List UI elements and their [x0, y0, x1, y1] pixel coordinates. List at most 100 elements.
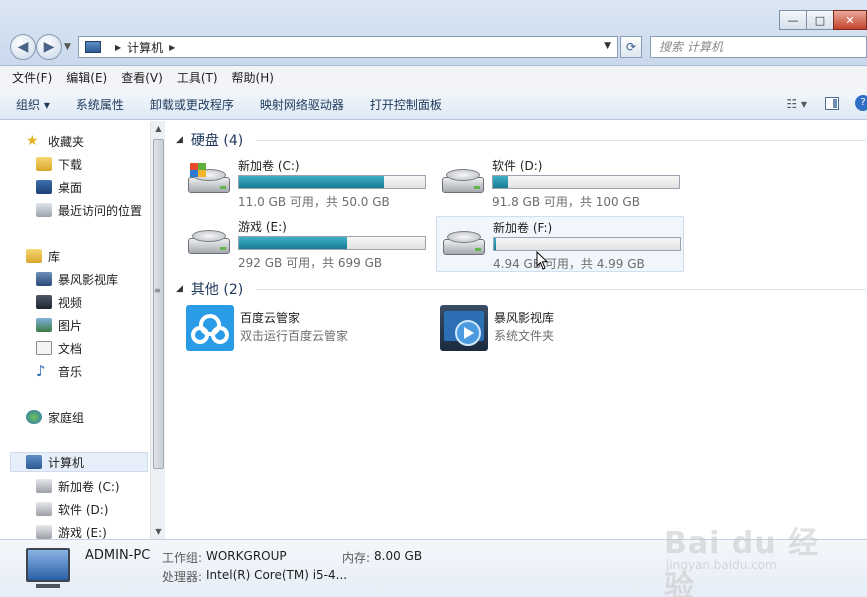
group-title: 其他 (2) [190, 282, 244, 298]
drive-icon [441, 231, 487, 261]
drive-icon [186, 230, 232, 260]
nav-drive-c[interactable]: 新加卷 (C:) [36, 476, 120, 496]
nav-label: 视频 [58, 295, 83, 310]
window-controls: — □ ✕ [779, 10, 867, 30]
system-drive-icon [186, 163, 232, 199]
nav-videos[interactable]: 视频 [36, 292, 82, 312]
address-dropdown-icon[interactable]: ▼ [604, 41, 611, 51]
group-hard-disks[interactable]: ◢ 硬盘 (4) [176, 130, 866, 150]
nav-music[interactable]: ♪ 音乐 [36, 361, 82, 381]
organize-button[interactable]: 组织 ▾ [16, 96, 50, 113]
menu-file[interactable]: 文件(F) [12, 69, 52, 86]
drive-name: 游戏 (E:) [238, 220, 287, 234]
nav-label: 游戏 (E:) [58, 525, 107, 540]
nav-homegroup[interactable]: 家庭组 [26, 407, 84, 427]
address-bar[interactable]: ▶ 计算机 ▶ ▼ [78, 36, 618, 58]
search-input[interactable]: 搜索 计算机 [650, 36, 867, 58]
menu-edit[interactable]: 编辑(E) [66, 69, 107, 86]
drive-usage-fill [239, 237, 347, 249]
map-network-drive-button[interactable]: 映射网络驱动器 [260, 96, 344, 113]
group-divider [256, 289, 866, 290]
nav-scrollbar[interactable]: ▲ ≡ ▼ [150, 121, 165, 539]
refresh-button[interactable]: ⟳ [620, 36, 642, 58]
drive-space-info: 292 GB 可用，共 699 GB [238, 256, 383, 270]
open-control-panel-button[interactable]: 打开控制面板 [370, 96, 442, 113]
command-bar: 组织 ▾ 系统属性 卸载或更改程序 映射网络驱动器 打开控制面板 ☷ ▾ ? [0, 89, 867, 120]
star-icon: ★ [26, 133, 39, 149]
nav-label: 下载 [58, 157, 83, 172]
drive-icon [36, 525, 52, 539]
drive-usage-fill [494, 238, 496, 250]
app-subtitle: 系统文件夹 [494, 329, 555, 343]
nav-desktop[interactable]: 桌面 [36, 177, 82, 197]
close-button[interactable]: ✕ [833, 10, 867, 30]
app-item-baidu-cloud[interactable]: 百度云管家 双击运行百度云管家 [182, 305, 432, 353]
nav-label: 桌面 [58, 180, 83, 195]
nav-computer[interactable]: 计算机 [10, 452, 148, 472]
content-pane: ◢ 硬盘 (4) 新加卷 (C:) 11.0 GB 可用，共 50.0 GB 软… [166, 121, 867, 539]
drive-name: 新加卷 (F:) [493, 221, 553, 235]
scroll-thumb[interactable] [153, 139, 164, 469]
mouse-cursor-icon [536, 251, 549, 270]
nav-downloads[interactable]: 下载 [36, 154, 82, 174]
uninstall-program-button[interactable]: 卸载或更改程序 [150, 96, 234, 113]
nav-label: 最近访问的位置 [58, 203, 143, 218]
document-icon [36, 341, 52, 355]
drive-icon [36, 502, 52, 516]
processor-label: 处理器: [162, 570, 203, 584]
recent-pages-dropdown-icon[interactable]: ▼ [64, 42, 71, 52]
workgroup-value: WORKGROUP [206, 549, 287, 563]
homegroup-icon [26, 410, 42, 424]
scroll-down-icon[interactable]: ▼ [151, 524, 166, 539]
change-view-icon[interactable]: ☷ ▾ [786, 97, 807, 111]
drive-usage-fill [493, 176, 508, 188]
scroll-up-icon[interactable]: ▲ [151, 121, 166, 136]
drive-item-c[interactable]: 新加卷 (C:) 11.0 GB 可用，共 50.0 GB [182, 155, 430, 211]
nav-drive-e[interactable]: 游戏 (E:) [36, 522, 107, 539]
group-other[interactable]: ◢ 其他 (2) [176, 279, 866, 299]
nav-pictures[interactable]: 图片 [36, 315, 82, 335]
app-title: 百度云管家 [240, 311, 301, 325]
app-item-storm-library[interactable]: 暴风影视库 系统文件夹 [436, 305, 686, 353]
drive-space-info: 4.94 GB 可用，共 4.99 GB [493, 257, 645, 271]
help-icon[interactable]: ? [855, 95, 867, 111]
menu-tools[interactable]: 工具(T) [177, 69, 218, 86]
memory-value: 8.00 GB [374, 549, 423, 563]
breadcrumb-separator-icon[interactable]: ▶ [169, 43, 175, 52]
drive-usage-bar [238, 236, 426, 250]
drive-item-d[interactable]: 软件 (D:) 91.8 GB 可用，共 100 GB [436, 155, 684, 211]
system-properties-button[interactable]: 系统属性 [76, 96, 124, 113]
nav-label: 库 [48, 249, 61, 264]
preview-pane-icon[interactable] [825, 97, 839, 110]
drive-space-info: 11.0 GB 可用，共 50.0 GB [238, 195, 390, 209]
nav-favorites[interactable]: ★ 收藏夹 [26, 131, 84, 151]
library-folder-icon [26, 249, 42, 263]
drive-item-e[interactable]: 游戏 (E:) 292 GB 可用，共 699 GB [182, 216, 430, 272]
drive-icon [440, 169, 486, 199]
collapse-arrow-icon[interactable]: ◢ [176, 284, 183, 294]
nav-libraries[interactable]: 库 [26, 246, 60, 266]
forward-button[interactable]: ▶ [36, 34, 62, 60]
back-button[interactable]: ◀ [10, 34, 36, 60]
computer-monitor-icon [26, 548, 70, 582]
nav-recent[interactable]: 最近访问的位置 [36, 200, 142, 220]
menu-view[interactable]: 查看(V) [121, 69, 163, 86]
nav-storm-library[interactable]: 暴风影视库 [36, 269, 118, 289]
menu-help[interactable]: 帮助(H) [232, 69, 274, 86]
app-subtitle: 双击运行百度云管家 [240, 329, 349, 343]
monitor-stand-icon [36, 584, 60, 588]
breadcrumb-separator-icon[interactable]: ▶ [115, 43, 121, 52]
group-title: 硬盘 (4) [190, 133, 244, 149]
breadcrumb-computer[interactable]: 计算机 [127, 39, 163, 56]
drive-item-f[interactable]: 新加卷 (F:) 4.94 GB 可用，共 4.99 GB [436, 216, 684, 272]
picture-icon [36, 318, 52, 332]
nav-drive-d[interactable]: 软件 (D:) [36, 499, 108, 519]
drive-usage-bar [238, 175, 426, 189]
nav-documents[interactable]: 文档 [36, 338, 82, 358]
pc-name: ADMIN-PC [85, 548, 151, 563]
maximize-button[interactable]: □ [806, 10, 834, 30]
desktop-icon [36, 180, 52, 194]
drive-name: 软件 (D:) [492, 159, 543, 173]
collapse-arrow-icon[interactable]: ◢ [176, 135, 183, 145]
minimize-button[interactable]: — [779, 10, 807, 30]
